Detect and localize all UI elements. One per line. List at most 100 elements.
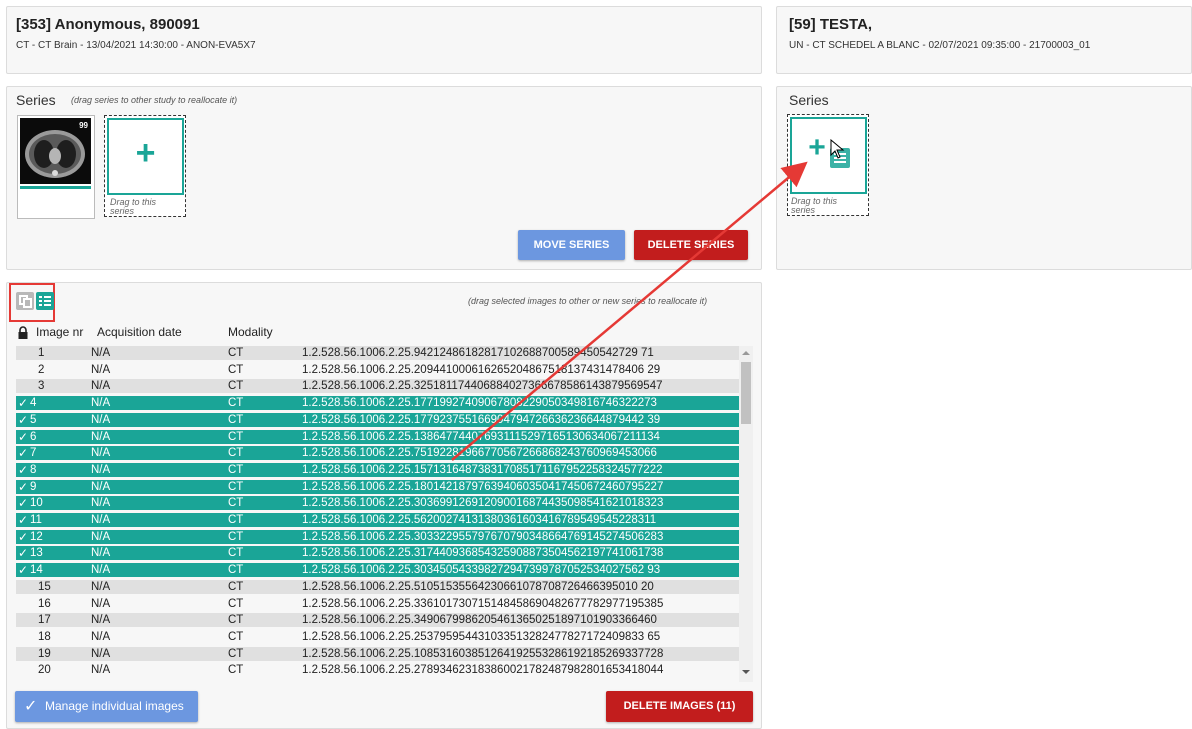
col-acquisition-date[interactable]: Acquisition date: [97, 325, 182, 339]
copy-icon[interactable]: [16, 292, 34, 310]
row-acquisition-date: N/A: [91, 497, 111, 510]
table-row[interactable]: 19 N/A CT 1.2.528.56.1006.2.25.108531603851…: [16, 646, 739, 661]
scroll-down-icon[interactable]: [742, 670, 750, 674]
ct-scan-image: 99: [20, 118, 91, 184]
table-scrollbar[interactable]: [739, 346, 753, 682]
row-modality: CT: [228, 597, 244, 610]
row-uid: 1.2.528.56.1006.2.25.5620027413138036160…: [302, 514, 657, 526]
row-uid: 1.2.528.56.1006.2.25.2789346231838600217…: [302, 664, 664, 677]
table-row[interactable]: ✓ 7 N/A CT 1.2.528.56.1006.2.25.751922819667…: [16, 446, 739, 461]
row-modality: CT: [228, 347, 244, 359]
table-row[interactable]: ✓ 9 N/A CT 1.2.528.56.1006.2.25.180142187976…: [16, 479, 739, 494]
row-acquisition-date: N/A: [91, 480, 111, 493]
target-series-panel: Series + Drag to this series: [776, 86, 1192, 270]
row-uid: 1.2.528.56.1006.2.25.3174409368543259088…: [302, 547, 664, 560]
table-row[interactable]: 1 N/A CT 1.2.528.56.1006.2.25.9421248618281…: [16, 346, 739, 360]
table-row[interactable]: ✓ 5 N/A CT 1.2.528.56.1006.2.25.177923755166…: [16, 412, 739, 427]
row-uid: 1.2.528.56.1006.2.25.1571316487383170851…: [302, 463, 663, 476]
row-uid: 1.2.528.56.1006.2.25.5105153556423066107…: [302, 580, 654, 593]
row-modality: CT: [228, 614, 244, 627]
table-row[interactable]: ✓ 8 N/A CT 1.2.528.56.1006.2.25.157131648738…: [16, 462, 739, 477]
col-modality[interactable]: Modality: [228, 325, 273, 339]
drop-text: Drag to this series: [110, 197, 157, 216]
list-view-icon[interactable]: [36, 292, 54, 310]
row-image-nr: 3: [38, 380, 45, 393]
table-row[interactable]: ✓ 12 N/A CT 1.2.528.56.1006.2.25.30332295579…: [16, 529, 739, 544]
table-row[interactable]: 16 N/A CT 1.2.528.56.1006.2.25.336101730715…: [16, 597, 739, 611]
target-drop-text: Drag to this series: [791, 196, 838, 215]
row-uid: 1.2.528.56.1006.2.25.1771992740906780822…: [302, 397, 657, 410]
row-uid: 1.2.528.56.1006.2.25.3490679986205461365…: [302, 614, 657, 627]
row-acquisition-date: N/A: [91, 597, 111, 610]
table-row[interactable]: ✓ 14 N/A CT 1.2.528.56.1006.2.25.30345054339…: [16, 563, 739, 578]
row-modality: CT: [228, 580, 244, 593]
row-image-nr: 17: [38, 614, 51, 627]
selected-indicator: [20, 186, 91, 189]
table-row[interactable]: ✓ 10 N/A CT 1.2.528.56.1006.2.25.30369912691…: [16, 496, 739, 511]
row-image-nr: 18: [38, 630, 51, 643]
source-study-subtitle: CT - CT Brain - 13/04/2021 14:30:00 - AN…: [16, 40, 256, 51]
image-table: 1 N/A CT 1.2.528.56.1006.2.25.9421248618281…: [16, 346, 739, 682]
scroll-up-icon[interactable]: [742, 351, 750, 355]
row-modality: CT: [228, 413, 244, 426]
row-modality: CT: [228, 530, 244, 543]
row-uid: 1.2.528.56.1006.2.25.1779237551669047947…: [302, 413, 661, 426]
row-acquisition-date: N/A: [91, 363, 111, 376]
mouse-cursor-icon: [830, 139, 845, 159]
row-image-nr: 20: [38, 664, 51, 677]
manage-individual-images-button[interactable]: ✓ Manage individual images: [15, 691, 198, 722]
row-acquisition-date: N/A: [91, 380, 111, 393]
row-modality: CT: [228, 564, 244, 577]
table-row[interactable]: 15 N/A CT 1.2.528.56.1006.2.25.510515355642…: [16, 579, 739, 594]
new-series-dropzone[interactable]: + Drag to this series: [104, 115, 186, 217]
table-row[interactable]: 17 N/A CT 1.2.528.56.1006.2.25.349067998620…: [16, 613, 739, 628]
series-thumbnail[interactable]: 99: [17, 115, 95, 219]
row-image-nr: 4: [30, 397, 37, 410]
row-acquisition-date: N/A: [91, 397, 111, 410]
row-modality: CT: [228, 480, 244, 493]
target-study-title: [59] TESTA,: [789, 16, 873, 33]
table-row[interactable]: ✓ 6 N/A CT 1.2.528.56.1006.2.25.138647744076…: [16, 429, 739, 444]
manage-label: Manage individual images: [45, 699, 184, 713]
images-hint: (drag selected images to other or new se…: [468, 296, 708, 306]
table-row[interactable]: ✓ 13 N/A CT 1.2.528.56.1006.2.25.31744093685…: [16, 546, 739, 561]
image-count: 99: [79, 121, 88, 130]
row-image-nr: 19: [38, 647, 51, 660]
table-row[interactable]: 3 N/A CT 1.2.528.56.1006.2.25.3251811744068…: [16, 379, 739, 394]
row-uid: 1.2.528.56.1006.2.25.1085316038512641925…: [302, 647, 664, 660]
move-series-button[interactable]: MOVE SERIES: [518, 230, 625, 260]
col-image-nr[interactable]: Image nr: [36, 325, 83, 339]
delete-series-button[interactable]: DELETE SERIES: [634, 230, 748, 260]
row-image-nr: 6: [30, 430, 37, 443]
table-row[interactable]: 2 N/A CT 1.2.528.56.1006.2.25.2094410006162…: [16, 363, 739, 377]
source-study-title: [353] Anonymous, 890091: [16, 16, 200, 33]
target-series-label: Series: [789, 92, 829, 108]
row-acquisition-date: N/A: [91, 530, 111, 543]
row-acquisition-date: N/A: [91, 463, 111, 476]
row-acquisition-date: N/A: [91, 614, 111, 627]
target-new-series-dropzone[interactable]: + Drag to this series: [787, 114, 869, 216]
row-modality: CT: [228, 380, 244, 393]
source-series-panel: Series (drag series to other study to re…: [6, 86, 762, 270]
row-modality: CT: [228, 514, 244, 526]
table-row[interactable]: 18 N/A CT 1.2.528.56.1006.2.25.253795954431…: [16, 630, 739, 644]
series-label: Series: [16, 92, 56, 108]
row-modality: CT: [228, 497, 244, 510]
row-uid: 1.2.528.56.1006.2.25.3251811744068840273…: [302, 380, 663, 393]
plus-icon: +: [808, 131, 826, 164]
delete-images-button[interactable]: DELETE IMAGES (11): [606, 691, 753, 722]
row-image-nr: 10: [30, 497, 43, 510]
table-row[interactable]: ✓ 4 N/A CT 1.2.528.56.1006.2.25.177199274090…: [16, 396, 739, 411]
lock-icon[interactable]: [17, 326, 29, 339]
row-uid: 1.2.528.56.1006.2.25.3033229557976707903…: [302, 530, 664, 543]
row-image-nr: 12: [30, 530, 43, 543]
row-modality: CT: [228, 647, 244, 660]
row-acquisition-date: N/A: [91, 430, 111, 443]
table-row[interactable]: 20 N/A CT 1.2.528.56.1006.2.25.278934623183…: [16, 663, 739, 677]
row-acquisition-date: N/A: [91, 564, 111, 577]
row-acquisition-date: N/A: [91, 630, 111, 643]
table-row[interactable]: ✓ 11 N/A CT 1.2.528.56.1006.2.25.56200274131…: [16, 513, 739, 527]
target-study-subtitle: UN - CT SCHEDEL A BLANC - 02/07/2021 09:…: [789, 40, 1091, 51]
plus-icon: +: [135, 134, 156, 172]
scroll-thumb[interactable]: [741, 362, 751, 424]
